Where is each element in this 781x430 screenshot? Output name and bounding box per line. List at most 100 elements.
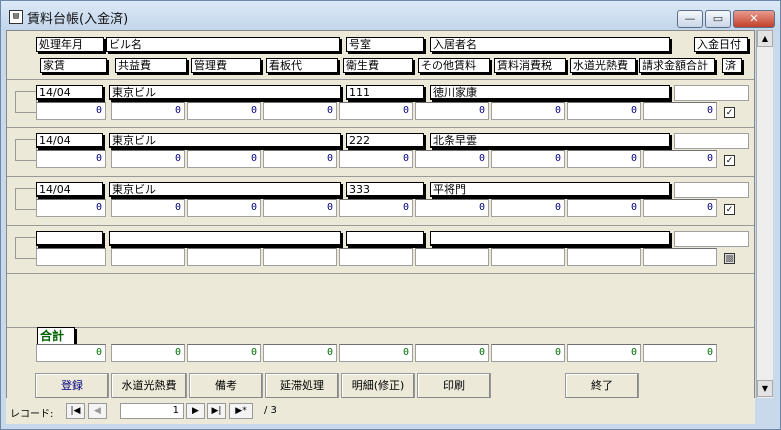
vertical-scrollbar[interactable]: ▲ ▼ bbox=[756, 30, 773, 398]
building-field[interactable]: 東京ビル bbox=[109, 133, 341, 148]
new-amount-field[interactable] bbox=[339, 248, 413, 266]
ym-field[interactable]: 14/04 bbox=[36, 133, 103, 148]
building-field[interactable]: 東京ビル bbox=[109, 182, 341, 197]
room-field[interactable]: 333 bbox=[346, 182, 424, 197]
first-record-icon[interactable]: |◀ bbox=[66, 403, 85, 419]
exit-button[interactable]: 終了 bbox=[565, 373, 639, 399]
tenant-field[interactable]: 北条早雲 bbox=[430, 133, 670, 148]
new-paid-date-field[interactable] bbox=[674, 231, 749, 247]
utilities-field[interactable]: 0 bbox=[567, 199, 641, 217]
late-processing-button[interactable]: 延滞処理 bbox=[265, 373, 339, 399]
done-checkbox[interactable]: ✓ bbox=[724, 204, 735, 215]
new-amount-field[interactable] bbox=[415, 248, 489, 266]
room-field[interactable]: 222 bbox=[346, 133, 424, 148]
rent-field[interactable]: 0 bbox=[36, 102, 106, 120]
total-other-rent: 0 bbox=[415, 344, 489, 362]
record-selector[interactable] bbox=[15, 139, 37, 161]
header-ym: 処理年月 bbox=[36, 37, 104, 52]
ym-field[interactable]: 14/04 bbox=[36, 85, 103, 100]
header-room: 号室 bbox=[346, 37, 424, 52]
sign-fee-field[interactable]: 0 bbox=[263, 150, 337, 168]
new-record-selector[interactable] bbox=[15, 237, 37, 259]
record-selector[interactable] bbox=[15, 91, 37, 113]
minimize-button[interactable]: — bbox=[677, 10, 703, 28]
paid-date-field[interactable] bbox=[674, 182, 749, 198]
record-separator bbox=[7, 225, 754, 226]
sanitation-field[interactable]: 0 bbox=[339, 199, 413, 217]
new-amount-field[interactable] bbox=[643, 248, 717, 266]
room-field[interactable]: 111 bbox=[346, 85, 424, 100]
register-button[interactable]: 登録 bbox=[35, 373, 109, 399]
header-mgmt-fee: 管理費 bbox=[191, 58, 261, 73]
rent-field[interactable]: 0 bbox=[36, 199, 106, 217]
title-bar[interactable]: ▤ 賃料台帳(入金済) — ▭ ✕ bbox=[1, 1, 780, 31]
other-rent-field[interactable]: 0 bbox=[415, 199, 489, 217]
sanitation-field[interactable]: 0 bbox=[339, 150, 413, 168]
new-ym-field[interactable] bbox=[36, 231, 103, 246]
mgmt-fee-field[interactable]: 0 bbox=[187, 199, 261, 217]
utilities-field[interactable]: 0 bbox=[567, 102, 641, 120]
paid-date-field[interactable] bbox=[674, 133, 749, 149]
done-checkbox[interactable]: ✓ bbox=[724, 155, 735, 166]
total-sanitation: 0 bbox=[339, 344, 413, 362]
total-billed-field[interactable]: 0 bbox=[643, 150, 717, 168]
new-amount-field[interactable] bbox=[263, 248, 337, 266]
header-sanitation: 衛生費 bbox=[343, 58, 413, 73]
utilities-field[interactable]: 0 bbox=[567, 150, 641, 168]
total-billed-field[interactable]: 0 bbox=[643, 199, 717, 217]
rent-field[interactable]: 0 bbox=[36, 150, 106, 168]
prev-record-icon[interactable]: ◀ bbox=[88, 403, 107, 419]
utilities-button[interactable]: 水道光熱費 bbox=[111, 373, 187, 399]
total-mgmt-fee: 0 bbox=[187, 344, 261, 362]
building-field[interactable]: 東京ビル bbox=[109, 85, 341, 100]
other-rent-field[interactable]: 0 bbox=[415, 150, 489, 168]
tenant-field[interactable]: 平将門 bbox=[430, 182, 670, 197]
new-amount-field[interactable] bbox=[187, 248, 261, 266]
new-amount-field[interactable] bbox=[491, 248, 565, 266]
paid-date-field[interactable] bbox=[674, 85, 749, 101]
detail-edit-button[interactable]: 明細(修正) bbox=[341, 373, 415, 399]
record-selector[interactable] bbox=[15, 188, 37, 210]
record-separator bbox=[7, 176, 754, 177]
header-building: ビル名 bbox=[106, 37, 340, 52]
new-tenant-field[interactable] bbox=[430, 231, 670, 246]
common-fee-field[interactable]: 0 bbox=[111, 199, 185, 217]
mgmt-fee-field[interactable]: 0 bbox=[187, 150, 261, 168]
other-rent-field[interactable]: 0 bbox=[415, 102, 489, 120]
print-button[interactable]: 印刷 bbox=[417, 373, 491, 399]
common-fee-field[interactable]: 0 bbox=[111, 150, 185, 168]
sign-fee-field[interactable]: 0 bbox=[263, 102, 337, 120]
new-room-field[interactable] bbox=[346, 231, 424, 246]
notes-button[interactable]: 備考 bbox=[189, 373, 263, 399]
tax-field[interactable]: 0 bbox=[491, 102, 565, 120]
common-fee-field[interactable]: 0 bbox=[111, 102, 185, 120]
new-building-field[interactable] bbox=[109, 231, 341, 246]
total-billed-field[interactable]: 0 bbox=[643, 102, 717, 120]
record-separator bbox=[7, 127, 754, 128]
header-utilities: 水道光熱費 bbox=[570, 58, 636, 73]
header-total-billed: 請求金額合計 bbox=[639, 58, 715, 73]
tax-field[interactable]: 0 bbox=[491, 199, 565, 217]
new-amount-field[interactable] bbox=[111, 248, 185, 266]
new-done-checkbox[interactable]: ▩ bbox=[724, 253, 735, 264]
tax-field[interactable]: 0 bbox=[491, 150, 565, 168]
new-amount-field[interactable] bbox=[36, 248, 106, 266]
current-record-input[interactable]: 1 bbox=[120, 403, 184, 419]
next-record-icon[interactable]: ▶ bbox=[186, 403, 205, 419]
scroll-up-icon[interactable]: ▲ bbox=[757, 30, 773, 47]
mgmt-fee-field[interactable]: 0 bbox=[187, 102, 261, 120]
last-record-icon[interactable]: ▶| bbox=[207, 403, 226, 419]
sanitation-field[interactable]: 0 bbox=[339, 102, 413, 120]
close-button[interactable]: ✕ bbox=[733, 10, 775, 28]
tenant-field[interactable]: 徳川家康 bbox=[430, 85, 670, 100]
sign-fee-field[interactable]: 0 bbox=[263, 199, 337, 217]
done-checkbox[interactable]: ✓ bbox=[724, 107, 735, 118]
ym-field[interactable]: 14/04 bbox=[36, 182, 103, 197]
maximize-button[interactable]: ▭ bbox=[705, 10, 731, 28]
totals-label: 合計 bbox=[37, 327, 75, 345]
new-record-icon[interactable]: ▶* bbox=[229, 403, 253, 419]
new-amount-field[interactable] bbox=[567, 248, 641, 266]
total-common-fee: 0 bbox=[111, 344, 185, 362]
scroll-down-icon[interactable]: ▼ bbox=[757, 380, 773, 397]
total-utilities: 0 bbox=[567, 344, 641, 362]
